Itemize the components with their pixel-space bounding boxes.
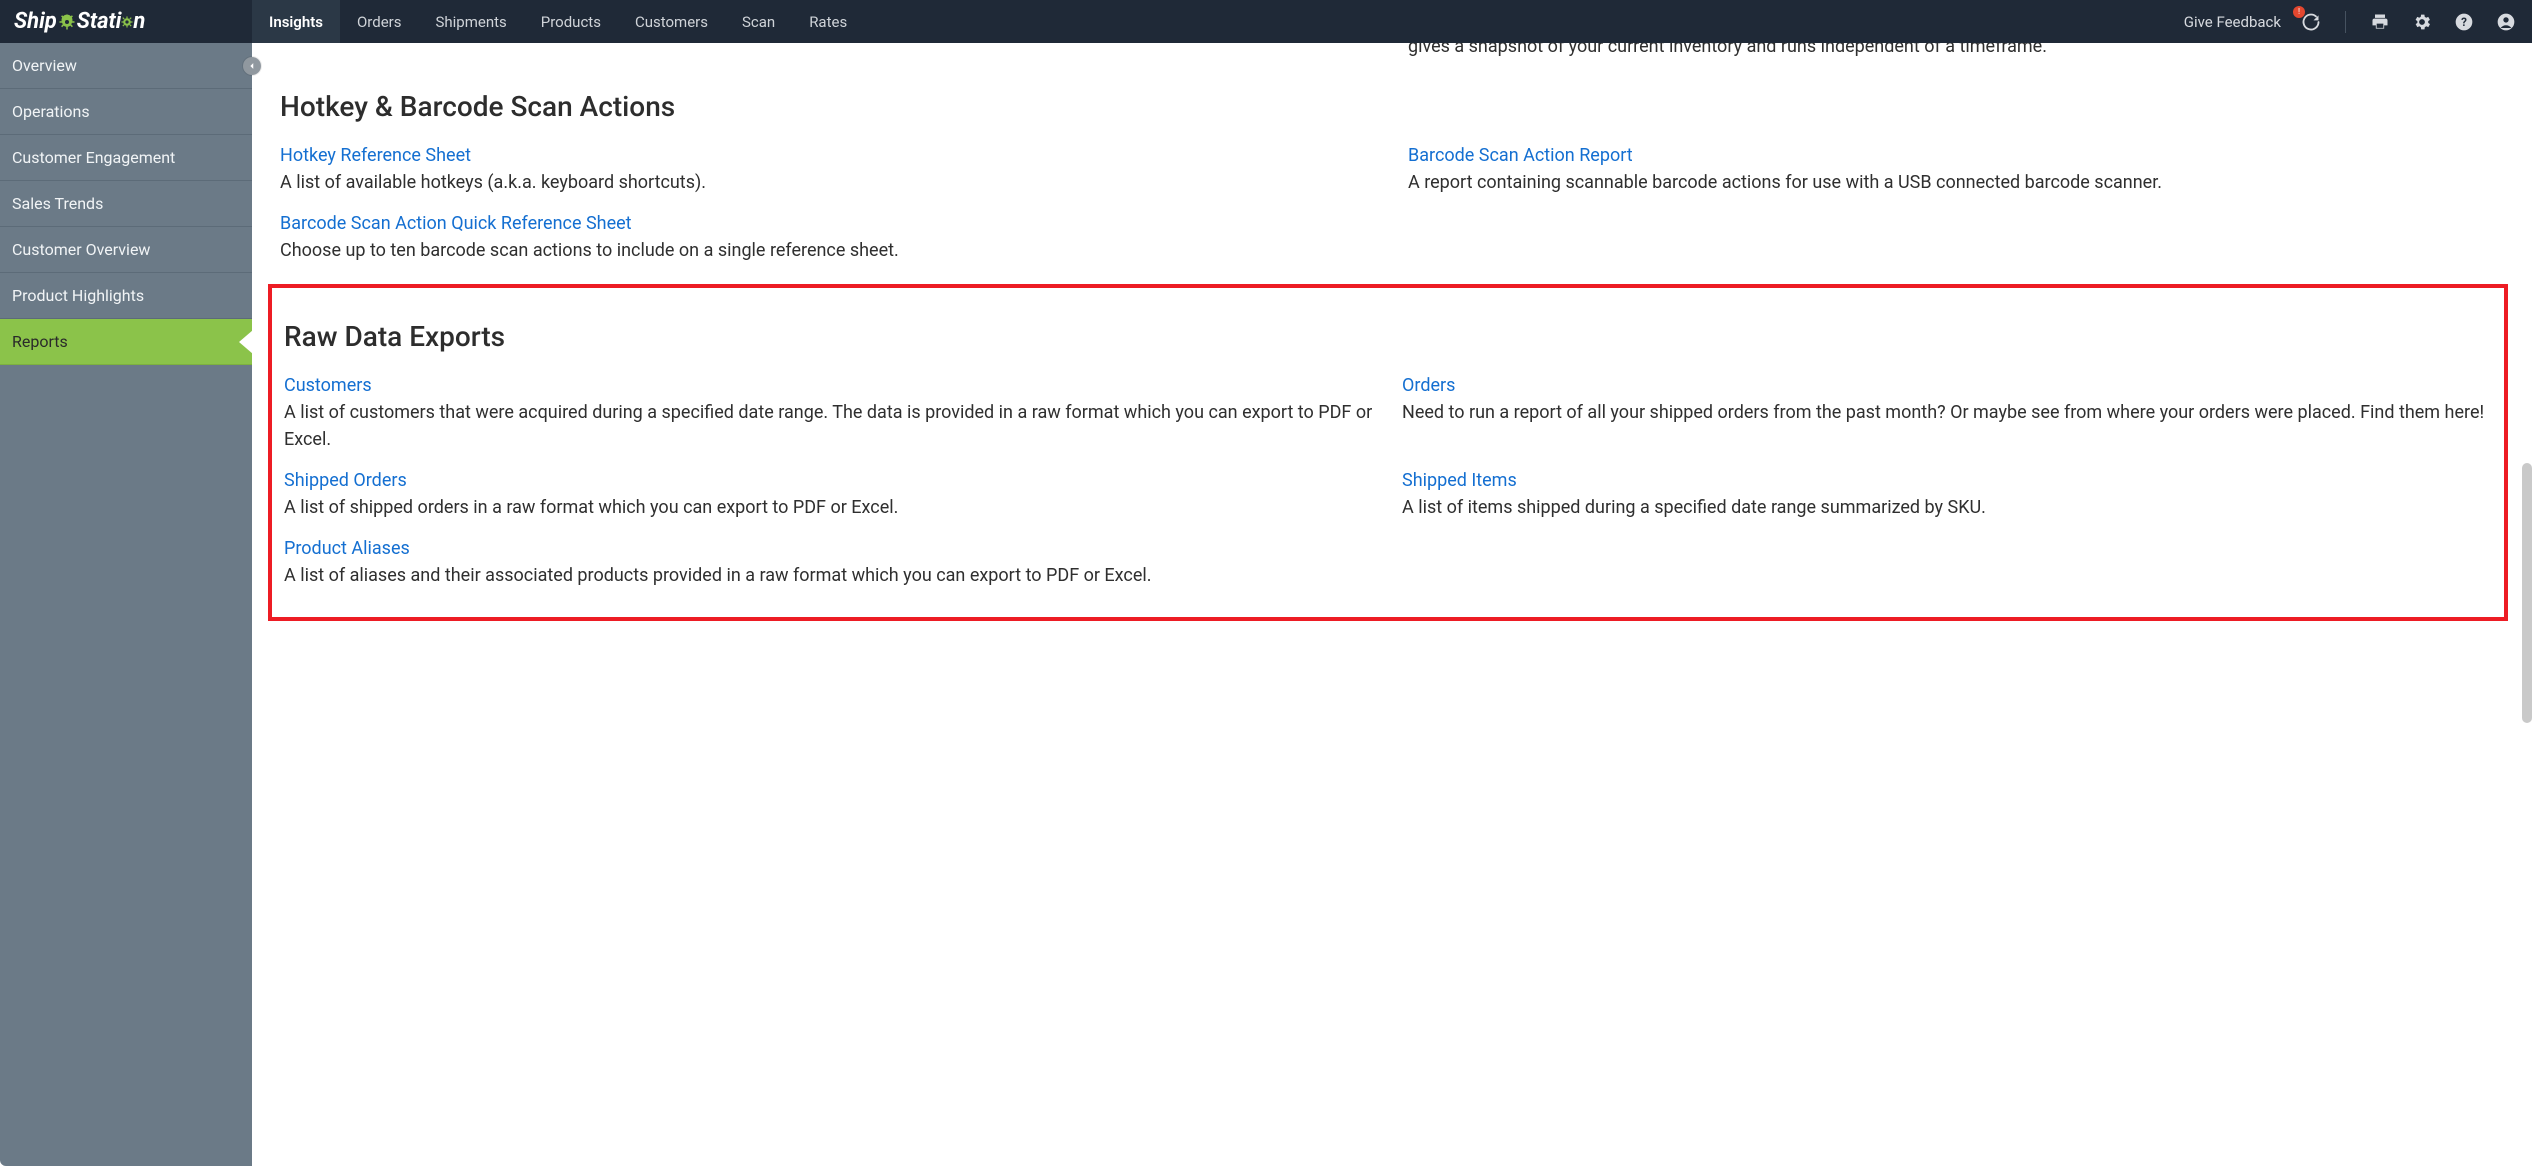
nav-tab-label: Customers bbox=[635, 13, 708, 31]
nav-tab-customers[interactable]: Customers bbox=[618, 0, 725, 43]
nav-tab-label: Insights bbox=[269, 13, 323, 31]
report-item: Orders Need to run a report of all your s… bbox=[1402, 372, 2492, 426]
report-desc: A list of items shipped during a specifi… bbox=[1402, 494, 2492, 521]
sidebar: Overview Operations Customer Engagement Sal… bbox=[0, 43, 252, 1166]
nav-tab-orders[interactable]: Orders bbox=[340, 0, 419, 43]
print-button[interactable] bbox=[2368, 10, 2392, 34]
section-title: Hotkey & Barcode Scan Actions bbox=[280, 86, 2508, 128]
report-item: Shipped Orders A list of shipped orders i… bbox=[284, 467, 1374, 521]
nav-tab-label: Products bbox=[541, 13, 601, 31]
report-item: Barcode Scan Action Quick Reference Shee… bbox=[280, 210, 1380, 264]
brand-pre: Ship bbox=[14, 9, 57, 34]
account-button[interactable] bbox=[2494, 10, 2518, 34]
alert-badge: ! bbox=[2293, 6, 2305, 18]
settings-button[interactable] bbox=[2410, 10, 2434, 34]
sidebar-item-overview[interactable]: Overview bbox=[0, 43, 252, 89]
sidebar-item-product-highlights[interactable]: Product Highlights bbox=[0, 273, 252, 319]
divider bbox=[2345, 11, 2346, 33]
nav-tab-label: Orders bbox=[357, 13, 402, 31]
report-link[interactable]: Product Aliases bbox=[284, 538, 410, 559]
report-item: Customers A list of customers that were a… bbox=[284, 372, 1374, 453]
report-desc: A report containing scannable barcode ac… bbox=[1408, 169, 2508, 196]
report-item: Barcode Scan Action Report A report conta… bbox=[1408, 142, 2508, 196]
report-link[interactable]: Orders bbox=[1402, 375, 1455, 396]
sidebar-item-label: Reports bbox=[12, 332, 68, 351]
gear-icon bbox=[58, 13, 76, 31]
nav-tab-rates[interactable]: Rates bbox=[792, 0, 864, 43]
report-item: gives a snapshot of your current invento… bbox=[1408, 43, 2508, 60]
brand-logo[interactable]: Ship Stati n bbox=[0, 0, 252, 43]
nav-tab-products[interactable]: Products bbox=[524, 0, 618, 43]
report-desc: gives a snapshot of your current invento… bbox=[1408, 43, 2508, 60]
sidebar-item-customer-overview[interactable]: Customer Overview bbox=[0, 227, 252, 273]
scrollbar-thumb[interactable] bbox=[2522, 463, 2532, 723]
nav-tab-label: Rates bbox=[809, 13, 847, 31]
nav-tab-insights[interactable]: Insights bbox=[252, 0, 340, 43]
sidebar-item-label: Product Highlights bbox=[12, 286, 144, 305]
report-item: Product Aliases A list of aliases and the… bbox=[284, 535, 1374, 589]
report-desc: A list of shipped orders in a raw format… bbox=[284, 494, 1374, 521]
nav-tab-label: Scan bbox=[742, 13, 775, 31]
give-feedback-button[interactable]: Give Feedback bbox=[2184, 13, 2281, 31]
sidebar-item-label: Sales Trends bbox=[12, 194, 103, 213]
nav-right: Give Feedback ! ? bbox=[2184, 0, 2532, 43]
sidebar-item-sales-trends[interactable]: Sales Trends bbox=[0, 181, 252, 227]
help-button[interactable]: ? bbox=[2452, 10, 2476, 34]
sidebar-item-label: Customer Engagement bbox=[12, 148, 175, 167]
sidebar-item-label: Operations bbox=[12, 102, 90, 121]
brand-tail: n bbox=[133, 9, 145, 34]
section-hotkey-barcode-scan-actions: Hotkey & Barcode Scan Actions Hotkey Refe… bbox=[280, 86, 2508, 278]
svg-text:?: ? bbox=[2461, 15, 2467, 29]
main-content: gives a snapshot of your current invento… bbox=[252, 43, 2532, 1166]
report-link[interactable]: Barcode Scan Action Report bbox=[1408, 145, 1633, 166]
section-title: Raw Data Exports bbox=[284, 316, 2492, 358]
refresh-button[interactable]: ! bbox=[2299, 10, 2323, 34]
sidebar-item-label: Customer Overview bbox=[12, 240, 150, 259]
report-desc: Choose up to ten barcode scan actions to… bbox=[280, 237, 1380, 264]
nav-tabs: Insights Orders Shipments Products Customers… bbox=[252, 0, 864, 43]
nav-tab-scan[interactable]: Scan bbox=[725, 0, 792, 43]
report-item: Hotkey Reference Sheet A list of availabl… bbox=[280, 142, 1380, 196]
report-link[interactable]: Shipped Items bbox=[1402, 470, 1517, 491]
report-item: Shipped Items A list of items shipped dur… bbox=[1402, 467, 2492, 521]
nav-tab-shipments[interactable]: Shipments bbox=[418, 0, 523, 43]
report-link[interactable]: Shipped Orders bbox=[284, 470, 407, 491]
report-desc: A list of aliases and their associated p… bbox=[284, 562, 1374, 589]
sidebar-item-reports[interactable]: Reports bbox=[0, 319, 252, 365]
report-desc: A list of available hotkeys (a.k.a. keyb… bbox=[280, 169, 1380, 196]
sidebar-item-customer-engagement[interactable]: Customer Engagement bbox=[0, 135, 252, 181]
report-link[interactable]: Barcode Scan Action Quick Reference Shee… bbox=[280, 213, 632, 234]
top-nav: Ship Stati n Insights Orders Shipments Prod… bbox=[0, 0, 2532, 43]
sidebar-item-operations[interactable]: Operations bbox=[0, 89, 252, 135]
report-link[interactable]: Customers bbox=[284, 375, 372, 396]
sidebar-item-label: Overview bbox=[12, 56, 77, 75]
nav-tab-label: Shipments bbox=[435, 13, 506, 31]
report-desc: A list of customers that were acquired d… bbox=[284, 399, 1374, 453]
report-link[interactable]: Hotkey Reference Sheet bbox=[280, 145, 471, 166]
report-desc: Need to run a report of all your shipped… bbox=[1402, 399, 2492, 426]
brand-post: Stati bbox=[77, 9, 122, 34]
section-raw-data-exports: Raw Data Exports Customers A list of custo… bbox=[268, 284, 2508, 621]
